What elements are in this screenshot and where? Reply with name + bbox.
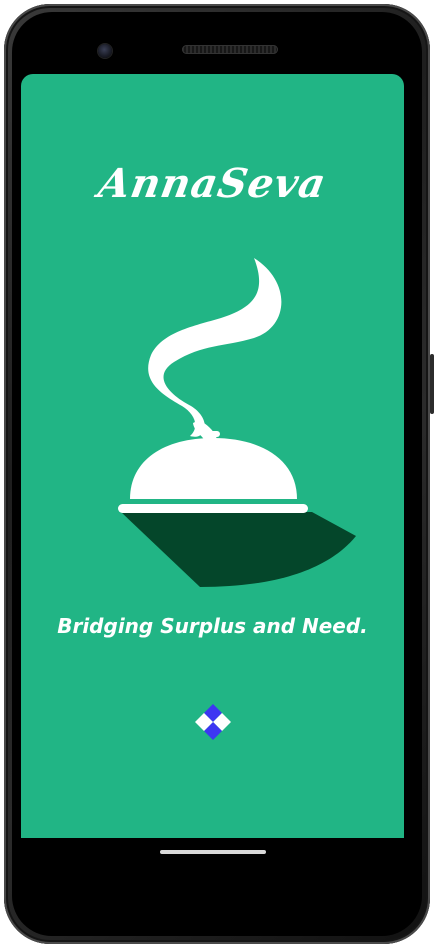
loading-diamonds-icon [195,704,231,740]
power-button [430,354,434,414]
system-navigation-bar [21,838,404,896]
app-title: AnnaSeva [95,160,330,207]
front-camera [98,44,112,58]
splash-screen: AnnaSeva Bridging Surplus and Need. [21,74,404,838]
earpiece-speaker [182,45,278,54]
food-cloche-steam-icon [118,258,356,587]
tagline: Bridging Surplus and Need. [57,614,368,638]
home-indicator[interactable] [160,850,266,854]
